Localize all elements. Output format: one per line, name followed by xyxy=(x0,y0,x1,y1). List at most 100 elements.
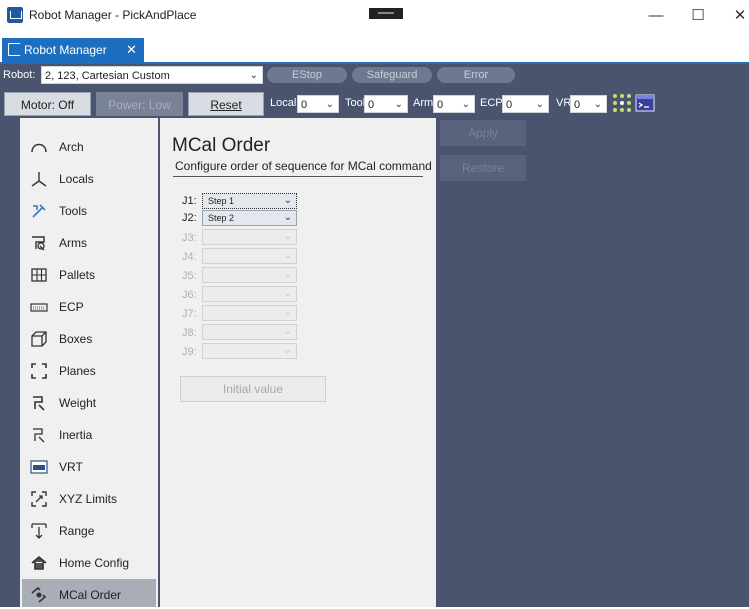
app-icon xyxy=(7,7,23,23)
weight-icon xyxy=(30,394,48,412)
j1-select[interactable]: Step 1 ⌄ xyxy=(202,193,297,209)
estop-indicator: EStop xyxy=(267,67,347,83)
vrt-icon xyxy=(30,458,48,476)
sidebar-item-vrt[interactable]: VRT xyxy=(22,451,156,483)
j5-label: J5: xyxy=(182,270,197,282)
mcal-order-icon xyxy=(30,586,48,604)
chevron-down-icon: ⌄ xyxy=(461,99,470,110)
sidebar-item-xyz-limits[interactable]: XYZ Limits xyxy=(22,483,156,515)
chevron-down-icon: ⌄ xyxy=(283,212,292,223)
sidebar-item-label: Home Config xyxy=(59,556,130,570)
arm-select-value: 0 xyxy=(437,99,444,111)
sidebar-item-arms[interactable]: Arms xyxy=(22,227,156,259)
chevron-down-icon: ⌄ xyxy=(283,307,292,318)
minimize-button[interactable]: — xyxy=(642,5,670,27)
sidebar-item-label: Pallets xyxy=(59,268,96,282)
title-divider xyxy=(173,176,423,177)
error-indicator: Error xyxy=(437,67,515,83)
j7-select[interactable]: ⌄ xyxy=(202,305,297,321)
arms-icon xyxy=(30,234,48,252)
sidebar-item-label: ECP xyxy=(59,300,84,314)
pallets-icon xyxy=(30,266,48,284)
initial-value-button[interactable]: Initial value xyxy=(180,376,326,402)
reset-button[interactable]: Reset xyxy=(188,92,264,116)
io-grid-icon[interactable] xyxy=(612,93,632,113)
j4-select[interactable]: ⌄ xyxy=(202,248,297,264)
sidebar-item-label: Inertia xyxy=(59,428,93,442)
action-panel xyxy=(436,118,749,607)
close-button[interactable]: ✕ xyxy=(726,5,749,27)
sidebar-item-home-config[interactable]: Home Config xyxy=(22,547,156,579)
j4-label: J4: xyxy=(182,251,197,263)
chevron-down-icon: ⌄ xyxy=(535,99,544,110)
chevron-down-icon: ⌄ xyxy=(325,99,334,110)
sidebar-item-boxes[interactable]: Boxes xyxy=(22,323,156,355)
ecp-icon xyxy=(30,298,48,316)
j5-select[interactable]: ⌄ xyxy=(202,267,297,283)
j9-select[interactable]: ⌄ xyxy=(202,343,297,359)
vrt-select[interactable]: 0 ⌄ xyxy=(570,95,607,113)
restore-button[interactable]: Restore xyxy=(440,155,526,181)
maximize-button[interactable]: ☐ xyxy=(684,5,712,27)
page-subtitle: Configure order of sequence for MCal com… xyxy=(175,159,432,173)
inertia-icon xyxy=(30,426,48,444)
command-window-icon[interactable] xyxy=(635,93,655,113)
tab-close-icon[interactable]: ✕ xyxy=(126,38,137,62)
robot-select[interactable]: 2, 123, Cartesian Custom ⌄ xyxy=(41,66,263,84)
sidebar-item-locals[interactable]: Locals xyxy=(22,163,156,195)
j3-label: J3: xyxy=(182,232,197,244)
xyz-limits-icon xyxy=(30,490,48,508)
sidebar-item-tools[interactable]: Tools xyxy=(22,195,156,227)
chevron-down-icon: ⌄ xyxy=(593,99,602,110)
arm-select[interactable]: 0 ⌄ xyxy=(433,95,475,113)
power-button[interactable]: Power: Low xyxy=(96,92,183,116)
motor-button[interactable]: Motor: Off xyxy=(4,92,91,116)
sidebar-item-arch[interactable]: Arch xyxy=(22,131,156,163)
sidebar-item-label: Weight xyxy=(59,396,97,410)
chevron-down-icon: ⌄ xyxy=(394,99,403,110)
robot-label: Robot: xyxy=(3,69,36,81)
locals-icon xyxy=(30,170,48,188)
arch-icon xyxy=(30,138,48,156)
drag-grip-icon[interactable] xyxy=(369,8,403,19)
chevron-down-icon: ⌄ xyxy=(283,250,292,261)
chevron-down-icon: ⌄ xyxy=(283,269,292,280)
ecp-select[interactable]: 0 ⌄ xyxy=(502,95,549,113)
apply-button[interactable]: Apply xyxy=(440,120,526,146)
chevron-down-icon: ⌄ xyxy=(283,288,292,299)
home-config-icon xyxy=(30,554,48,572)
j6-select[interactable]: ⌄ xyxy=(202,286,297,302)
j3-select[interactable]: ⌄ xyxy=(202,229,297,245)
chevron-down-icon: ⌄ xyxy=(283,231,292,242)
sidebar-item-label: Arch xyxy=(59,140,84,154)
sidebar-item-inertia[interactable]: Inertia xyxy=(22,419,156,451)
sidebar-item-weight[interactable]: Weight xyxy=(22,387,156,419)
sidebar-item-pallets[interactable]: Pallets xyxy=(22,259,156,291)
j2-select[interactable]: Step 2 ⌄ xyxy=(202,210,297,226)
j2-value: Step 2 xyxy=(208,213,235,223)
sidebar-item-label: Arms xyxy=(59,236,87,250)
main-panel xyxy=(160,118,436,607)
j2-label: J2: xyxy=(182,212,197,224)
planes-icon xyxy=(30,362,48,380)
window-title: Robot Manager - PickAndPlace xyxy=(29,8,197,22)
sidebar-item-label: VRT xyxy=(59,460,83,474)
range-icon xyxy=(30,522,48,540)
j8-select[interactable]: ⌄ xyxy=(202,324,297,340)
tab-robot-manager[interactable]: Robot Manager ✕ xyxy=(2,38,144,62)
j8-label: J8: xyxy=(182,327,197,339)
sidebar-item-range[interactable]: Range xyxy=(22,515,156,547)
tool-select[interactable]: 0 ⌄ xyxy=(364,95,408,113)
sidebar-item-label: Locals xyxy=(59,172,94,186)
local-label: Local: xyxy=(270,97,300,109)
local-select[interactable]: 0 ⌄ xyxy=(297,95,339,113)
sidebar-item-mcal-order[interactable]: MCal Order xyxy=(22,579,156,607)
toolbar: Robot: 2, 123, Cartesian Custom ⌄ EStop … xyxy=(0,64,749,118)
j6-label: J6: xyxy=(182,289,197,301)
boxes-icon xyxy=(30,330,48,348)
safeguard-indicator: Safeguard xyxy=(352,67,432,83)
sidebar-item-label: Tools xyxy=(59,204,88,218)
sidebar-item-planes[interactable]: Planes xyxy=(22,355,156,387)
sidebar-item-ecp[interactable]: ECP xyxy=(22,291,156,323)
j1-value: Step 1 xyxy=(208,196,235,206)
